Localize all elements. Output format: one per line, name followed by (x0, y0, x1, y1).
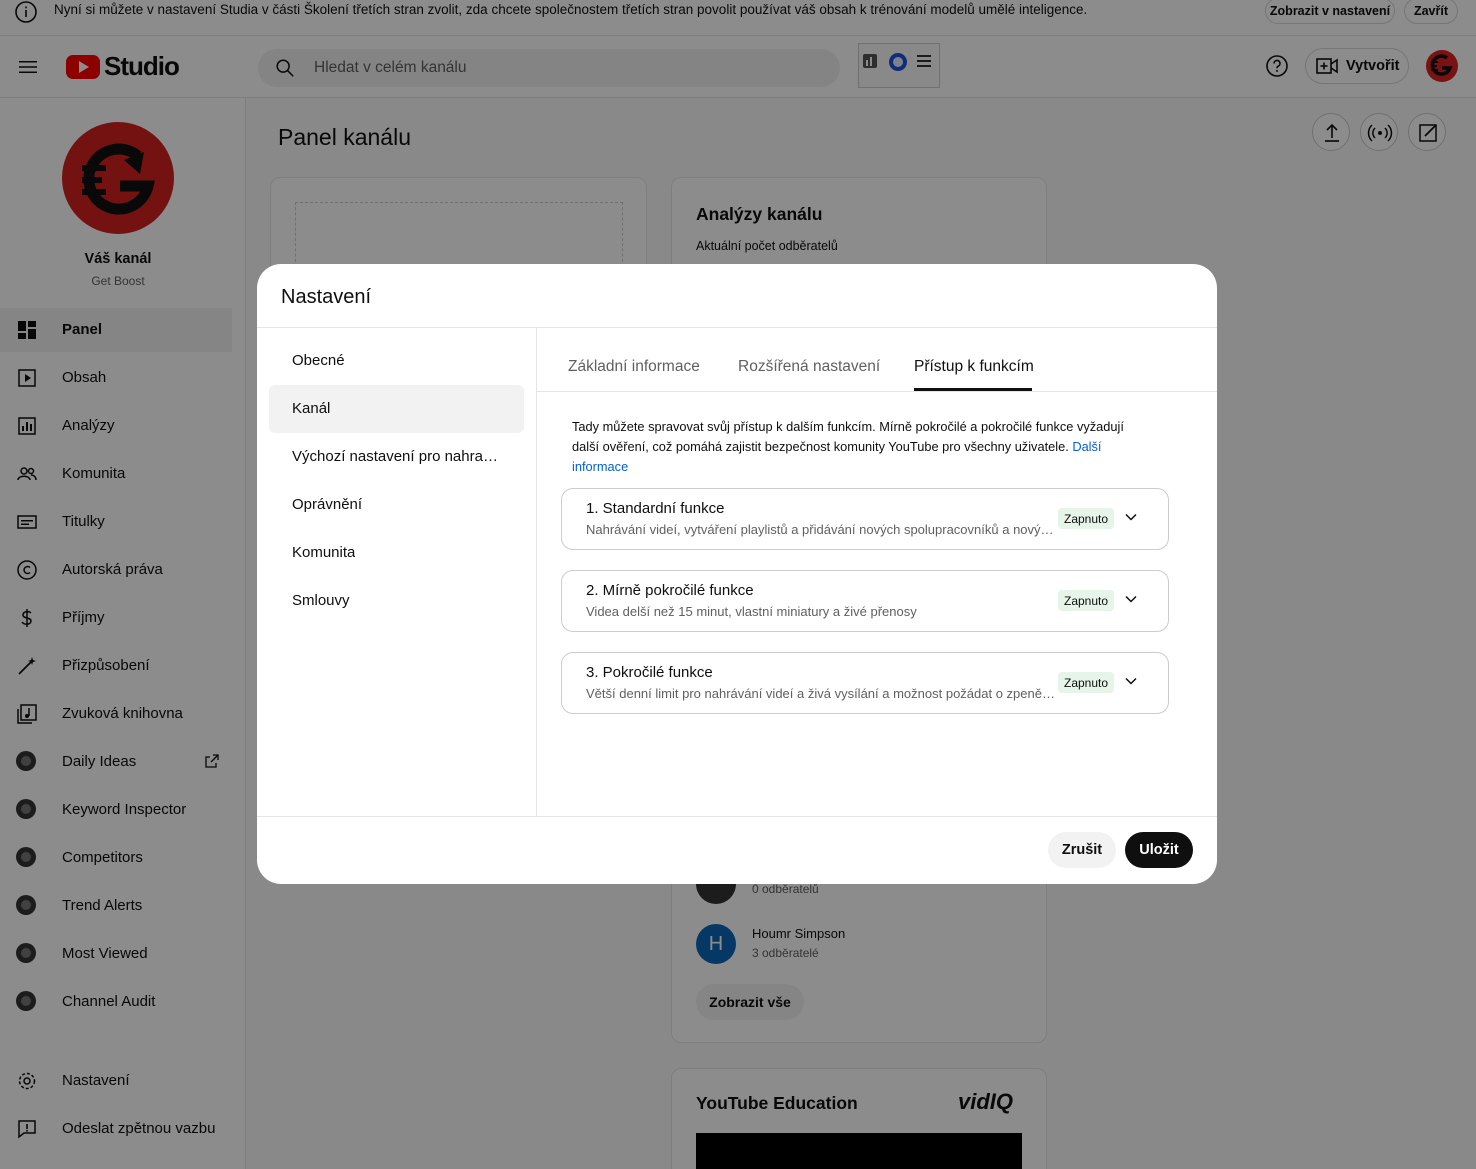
chevron-down-icon[interactable] (1124, 510, 1138, 524)
cancel-button[interactable]: Zrušit (1048, 832, 1116, 868)
feature-description: Tady můžete spravovat svůj přístup k dal… (572, 417, 1152, 477)
feature-standard[interactable]: 1. Standardní funkce Nahrávání videí, vy… (561, 488, 1169, 550)
category-label: Výchozí nastavení pro nahrané video (292, 448, 502, 465)
feature-description: Větší denní limit pro nahrávání videí a … (586, 686, 1056, 701)
settings-category-general[interactable]: Obecné (269, 337, 524, 385)
category-label: Obecné (292, 352, 345, 369)
category-label: Oprávnění (292, 496, 363, 513)
category-label: Smlouvy (292, 592, 350, 609)
chevron-down-icon[interactable] (1124, 674, 1138, 688)
save-button[interactable]: Uložit (1125, 832, 1193, 868)
settings-category-community[interactable]: Komunita (269, 529, 524, 577)
status-badge: Zapnuto (1058, 672, 1115, 693)
description-text: Tady můžete spravovat svůj přístup k dal… (572, 419, 1124, 454)
feature-title: 2. Mírně pokročilé funkce (586, 582, 754, 599)
settings-dialog: Nastavení Obecné Kanál Výchozí nastavení… (257, 264, 1217, 884)
tab-feature-eligibility[interactable]: Přístup k funkcím (914, 358, 1034, 376)
feature-title: 3. Pokročilé funkce (586, 664, 713, 681)
divider (257, 816, 1217, 817)
tab-advanced-settings[interactable]: Rozšířená nastavení (738, 358, 880, 376)
divider (536, 328, 537, 816)
feature-description: Nahrávání videí, vytváření playlistů a p… (586, 522, 1056, 537)
tab-basic-info[interactable]: Základní informace (568, 358, 700, 376)
feature-description: Videa delší než 15 minut, vlastní miniat… (586, 604, 917, 619)
chevron-down-icon[interactable] (1124, 592, 1138, 606)
dialog-title: Nastavení (281, 286, 372, 308)
divider (257, 327, 1217, 328)
category-label: Komunita (292, 544, 356, 561)
settings-category-agreements[interactable]: Smlouvy (269, 577, 524, 625)
feature-intermediate[interactable]: 2. Mírně pokročilé funkce Videa delší ne… (561, 570, 1169, 632)
feature-advanced[interactable]: 3. Pokročilé funkce Větší denní limit pr… (561, 652, 1169, 714)
feature-title: 1. Standardní funkce (586, 500, 725, 517)
settings-category-upload-defaults[interactable]: Výchozí nastavení pro nahrané video (269, 433, 524, 481)
category-label: Kanál (292, 400, 331, 417)
divider (537, 391, 1217, 392)
settings-category-channel[interactable]: Kanál (269, 385, 524, 433)
status-badge: Zapnuto (1058, 508, 1115, 529)
status-badge: Zapnuto (1058, 590, 1115, 611)
settings-category-permissions[interactable]: Oprávnění (269, 481, 524, 529)
